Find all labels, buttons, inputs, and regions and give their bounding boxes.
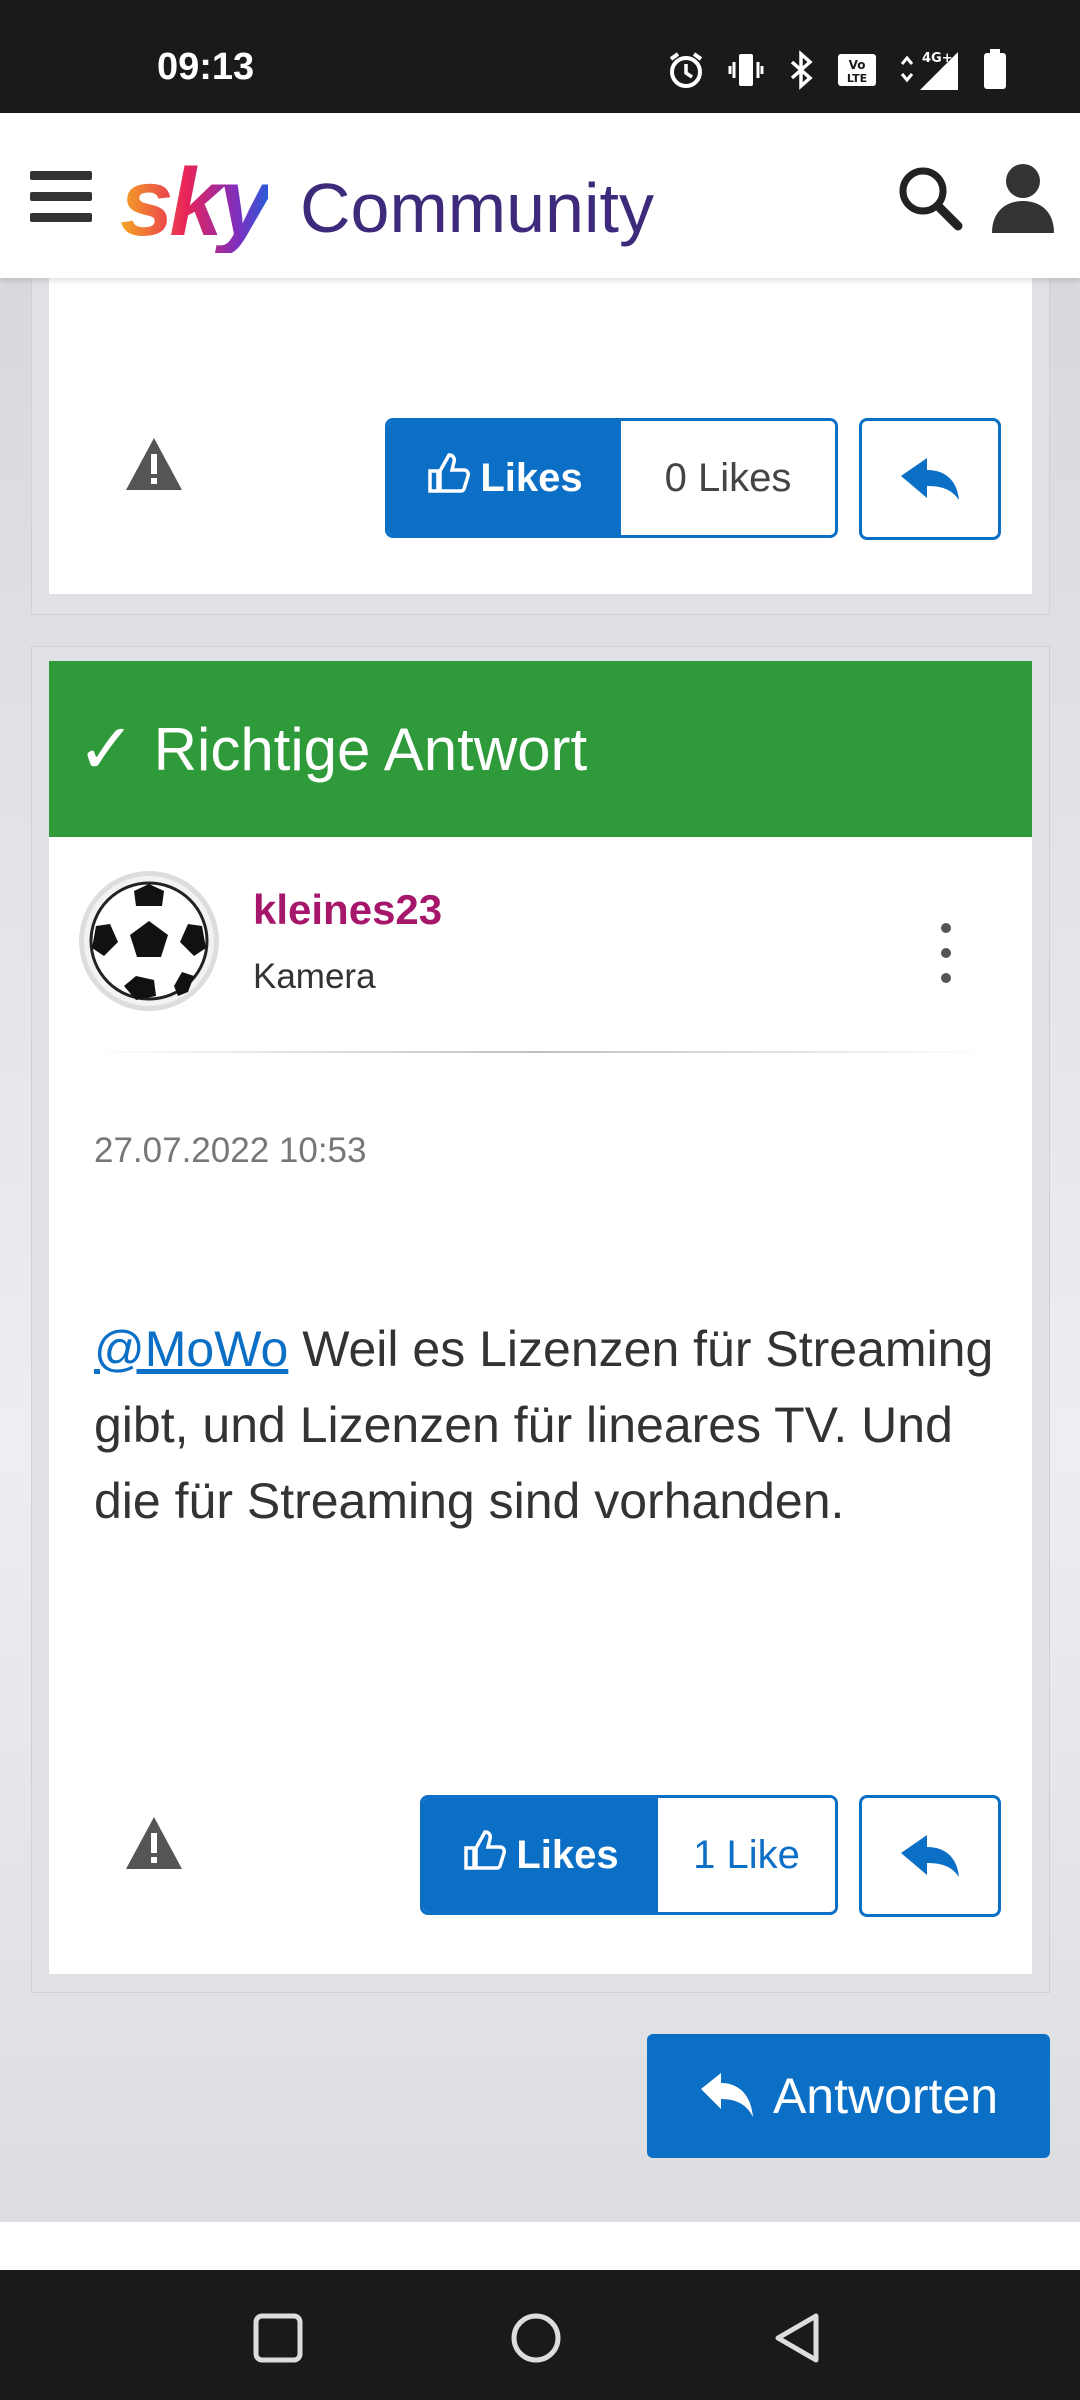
back-icon[interactable] [770, 2310, 826, 2366]
divider [89, 1051, 989, 1053]
quick-reply-button[interactable] [859, 1795, 1001, 1917]
battery-icon [982, 49, 1008, 96]
profile-icon[interactable] [990, 161, 1056, 233]
post-date: 27.07.2022 10:53 [94, 1131, 367, 1170]
status-bar: 09:13 Vo LTE 4G+ [0, 0, 1080, 113]
reply-button-label: Antworten [772, 2068, 999, 2124]
like-group: Likes 0 Likes [385, 418, 838, 538]
checkmark-icon: ✓ [77, 710, 136, 788]
soccer-ball-icon [89, 881, 209, 1001]
footer-strip [0, 2222, 1080, 2270]
search-icon[interactable] [895, 163, 965, 233]
sky-logo[interactable]: sky [120, 153, 272, 253]
4g-signal-icon: 4G+ [898, 48, 962, 97]
author-rank: Kamera [253, 957, 376, 996]
avatar[interactable] [79, 871, 219, 1011]
accepted-post-outer: ✓ Richtige Antwort kleines23 Kamera 27.0… [31, 646, 1050, 1993]
reply-arrow-icon [901, 458, 959, 500]
thread-content: Likes 0 Likes ✓ Richtige Antwort kleines… [0, 268, 1080, 2222]
report-flag-icon[interactable] [124, 436, 224, 536]
like-group: Likes 1 Like [420, 1795, 838, 1915]
more-options-icon[interactable] [931, 923, 961, 983]
bluetooth-icon [786, 50, 816, 95]
reply-arrow-icon [901, 1835, 959, 1877]
previous-post-outer: Likes 0 Likes [31, 268, 1050, 615]
svg-text:Vo: Vo [849, 58, 866, 72]
app-header: sky Community [0, 113, 1080, 278]
home-icon[interactable] [508, 2310, 564, 2366]
alarm-icon [666, 50, 706, 95]
post-body: @MoWo Weil es Lizenzen für Streaming gib… [94, 1311, 994, 1539]
like-label: Likes [516, 1832, 619, 1877]
accepted-solution-label: Richtige Antwort [153, 715, 588, 783]
accepted-post-card: ✓ Richtige Antwort kleines23 Kamera 27.0… [49, 661, 1032, 1974]
previous-post-card: Likes 0 Likes [49, 269, 1032, 594]
reply-button[interactable]: Antworten [647, 2034, 1050, 2158]
accepted-solution-banner: ✓ Richtige Antwort [49, 661, 1032, 837]
menu-icon[interactable] [30, 171, 92, 222]
svg-text:LTE: LTE [847, 72, 867, 85]
svg-text:4G+: 4G+ [922, 51, 953, 66]
system-nav-bar [0, 2270, 1080, 2400]
like-button[interactable]: Likes [423, 1798, 658, 1912]
reply-arrow-icon [700, 2073, 753, 2117]
recents-icon[interactable] [250, 2310, 306, 2366]
like-button[interactable]: Likes [388, 421, 621, 535]
user-mention-link[interactable]: @MoWo [94, 1321, 288, 1377]
thumbs-up-icon [426, 451, 471, 505]
quick-reply-button[interactable] [859, 418, 1001, 540]
status-time: 09:13 [157, 46, 255, 88]
like-count[interactable]: 0 Likes [621, 421, 835, 535]
like-label: Likes [480, 455, 583, 500]
vibrate-icon [726, 50, 766, 95]
like-count[interactable]: 1 Like [658, 1798, 835, 1912]
thumbs-up-icon [462, 1828, 507, 1882]
community-title: Community [300, 169, 654, 247]
status-icons: Vo LTE 4G+ [666, 48, 1008, 97]
volte-icon: Vo LTE [836, 50, 878, 95]
author-name[interactable]: kleines23 [253, 886, 442, 934]
report-flag-icon[interactable] [124, 1815, 224, 1915]
